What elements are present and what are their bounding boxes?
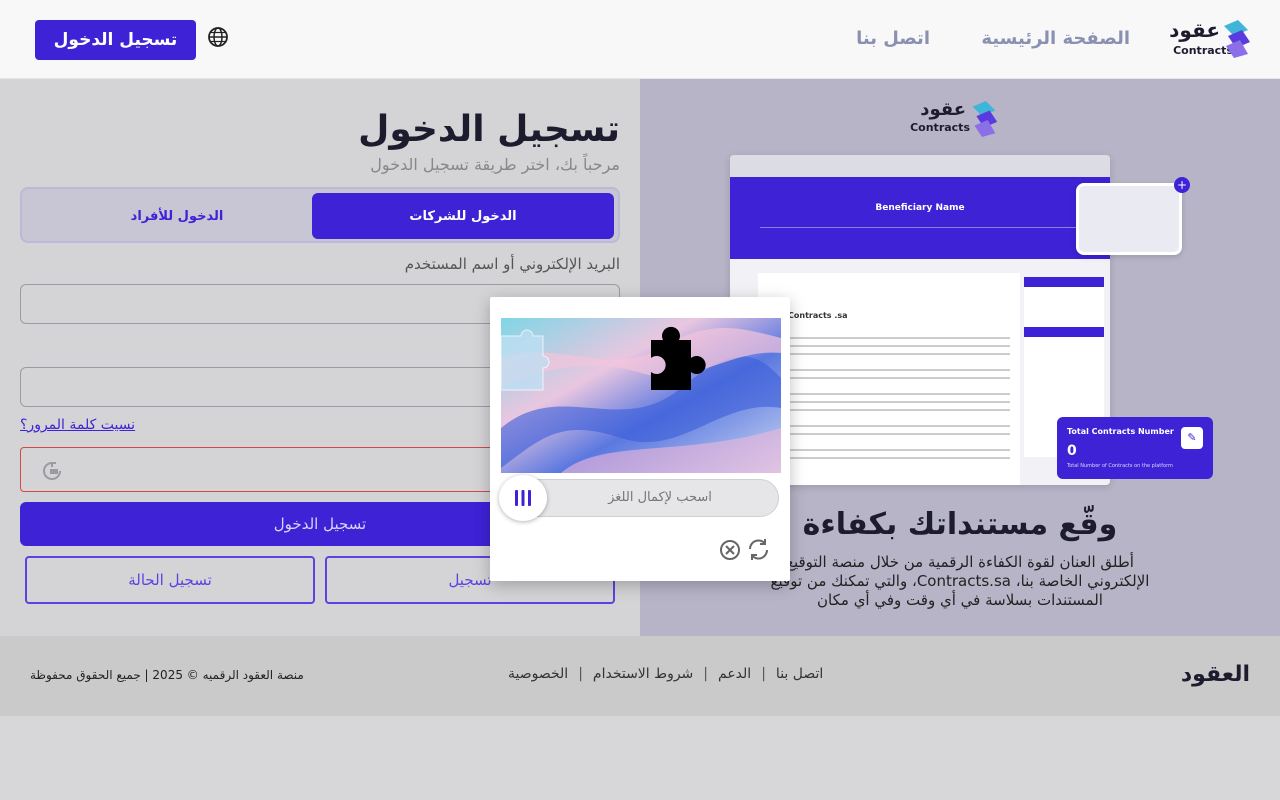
total-contracts-value: 0 (1067, 443, 1077, 459)
top-header: عقود Contracts الصفحة الرئيسية اتصل بنا … (0, 0, 1280, 79)
slider-captcha-modal: اسحب لإكمال اللغز (490, 297, 790, 581)
header-logo[interactable]: عقود Contracts (1158, 18, 1250, 62)
refresh-icon[interactable] (746, 537, 771, 562)
footer-separator: | (578, 666, 583, 682)
footer-link-privacy[interactable]: الخصوصية (508, 666, 568, 682)
mock-hero: Beneficiary Name (730, 177, 1110, 259)
promo-logo-arabic: عقود (920, 99, 966, 120)
plus-icon: + (1174, 177, 1190, 193)
globe-icon[interactable] (207, 26, 229, 48)
captcha-slider-text: اسحب لإكمال اللغز (608, 490, 712, 505)
footer-copyright: منصة العقود الرقميه © 2025 | جميع الحقوق… (30, 668, 304, 682)
close-icon[interactable] (719, 539, 741, 561)
mock-text-line (768, 409, 1010, 411)
mock-text-line (768, 393, 1010, 395)
mock-text-line (768, 377, 1010, 379)
footer-separator: | (703, 666, 709, 682)
mock-browser-bar (730, 155, 1110, 177)
mock-text-line (768, 425, 1010, 427)
mock-text-line (768, 401, 1010, 403)
mock-text-line (768, 433, 1010, 435)
mock-text-line (768, 345, 1010, 347)
promo-description: أطلق العنان لقوة الكفاءة الرقمية من خلال… (770, 553, 1150, 609)
logo-mark-icon (972, 101, 998, 137)
header-login-button[interactable]: تسجيل الدخول (35, 20, 196, 60)
tab-company-login[interactable]: الدخول للشركات (312, 193, 614, 239)
footer-links: اتصل بنا | الدعم | شروط الاستخدام | الخص… (508, 666, 823, 682)
sign-icon: ✎ (1181, 427, 1203, 449)
email-label: البريد الإلكتروني أو اسم المستخدم (404, 255, 620, 273)
login-subtitle: مرحباً بك، اختر طريقة تسجيل الدخول (370, 155, 620, 174)
footer-link-support[interactable]: الدعم (718, 666, 751, 682)
logo-arabic-text: عقود (1169, 18, 1220, 42)
forgot-password-link[interactable]: نسيت كلمة المرور؟ (20, 417, 135, 433)
tab-individual-login[interactable]: الدخول للأفراد (26, 193, 328, 239)
login-title: تسجيل الدخول (358, 109, 620, 150)
recaptcha-icon (43, 462, 61, 480)
mock-side-band (1024, 327, 1104, 337)
login-type-tabs: الدخول للشركات الدخول للأفراد (20, 187, 620, 243)
drag-bars-icon (515, 490, 531, 506)
captcha-puzzle-image (501, 318, 781, 473)
nav-contact-link[interactable]: اتصل بنا (856, 28, 930, 49)
mock-floating-card (1076, 183, 1182, 255)
promo-logo-english: Contracts (910, 121, 970, 134)
register-status-button[interactable]: تسجيل الحالة (25, 556, 315, 604)
total-contracts-label: Total Contracts Number (1067, 427, 1174, 436)
mock-text-line (768, 353, 1010, 355)
mock-steps-line (760, 227, 1080, 228)
promo-logo: عقود Contracts (908, 99, 998, 139)
mock-text-line (768, 457, 1010, 459)
mock-title: Beneficiary Name (875, 203, 965, 213)
total-contracts-card: Total Contracts Number 0 Total Number of… (1057, 417, 1213, 479)
mock-side-band (1024, 277, 1104, 287)
marble-background-image (501, 318, 781, 473)
mock-text-line (768, 449, 1010, 451)
footer-link-contact[interactable]: اتصل بنا (776, 666, 823, 682)
mock-doc-heading: Contracts .sa (788, 311, 848, 320)
nav-home-link[interactable]: الصفحة الرئيسية (981, 28, 1130, 49)
logo-mark-icon (1224, 20, 1250, 58)
mock-text-line (768, 369, 1010, 371)
drag-handle-icon[interactable] (499, 475, 547, 521)
footer-separator: | (761, 666, 766, 682)
mock-text-line (768, 337, 1010, 339)
total-contracts-subtext: Total Number of Contracts on the platfor… (1067, 463, 1173, 469)
footer-brand: العقود (1180, 662, 1250, 687)
mock-document-page: Contracts .sa (758, 273, 1020, 485)
footer-link-terms[interactable]: شروط الاستخدام (593, 666, 693, 682)
footer: العقود اتصل بنا | الدعم | شروط الاستخدام… (0, 636, 1280, 716)
